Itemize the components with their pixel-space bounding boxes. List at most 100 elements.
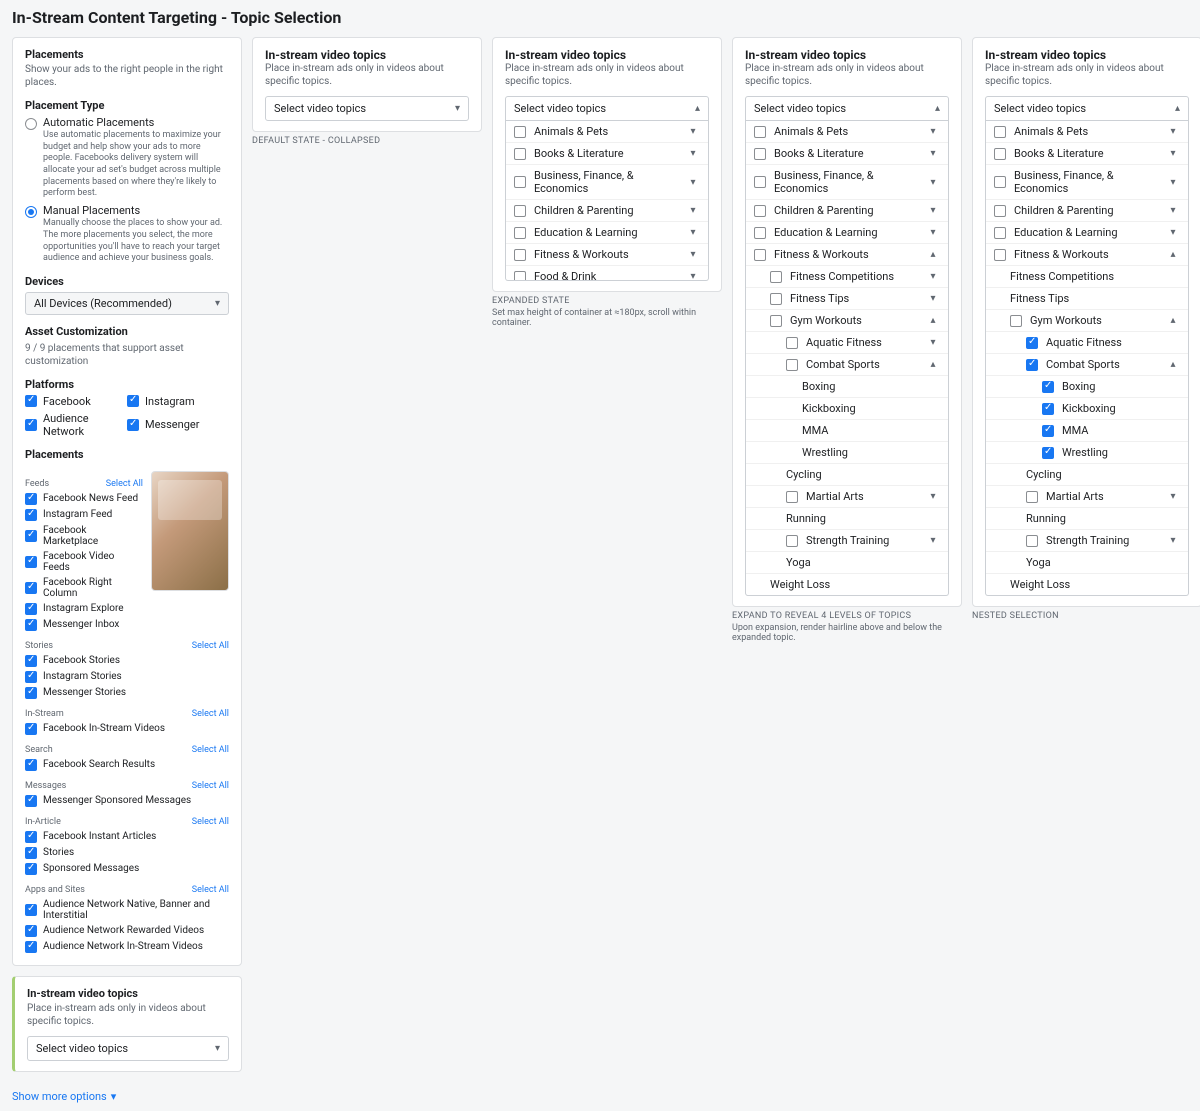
topic-row[interactable]: Education & Learning▾ [746, 221, 948, 243]
topic-row-leaf[interactable]: Wrestling [746, 441, 948, 463]
checkbox[interactable] [754, 249, 766, 261]
checkbox[interactable] [1042, 425, 1054, 437]
checkbox[interactable] [25, 863, 37, 875]
checkbox[interactable] [25, 603, 37, 615]
checkbox[interactable] [994, 126, 1006, 138]
topic-row[interactable]: Animals & Pets▾ [986, 121, 1188, 142]
chevron-up-icon[interactable]: ▴ [926, 315, 940, 326]
topic-row-leaf[interactable]: Aquatic Fitness [986, 331, 1188, 353]
topic-row[interactable]: Education & Learning▾ [506, 221, 708, 243]
checkbox[interactable] [1026, 491, 1038, 503]
topics-panel[interactable]: Animals & Pets▾Books & Literature▾Busine… [505, 121, 709, 281]
checkbox[interactable] [786, 337, 798, 349]
placement-item[interactable]: Audience Network Native, Banner and Inte… [25, 897, 229, 923]
placement-item[interactable]: Facebook In-Stream Videos [25, 721, 229, 737]
radio-auto[interactable]: Automatic Placements Use automatic place… [25, 116, 229, 200]
topic-row[interactable]: Aquatic Fitness▾ [746, 331, 948, 353]
chevron-down-icon[interactable]: ▾ [1166, 535, 1180, 546]
topic-row[interactable]: Fitness Tips▾ [746, 287, 948, 309]
chevron-up-icon[interactable]: ▴ [926, 359, 940, 370]
select-all-link[interactable]: Select All [192, 745, 229, 755]
topic-row[interactable]: Business, Finance, & Economics▾ [506, 164, 708, 199]
checkbox[interactable] [514, 148, 526, 160]
chevron-down-icon[interactable]: ▾ [1166, 126, 1180, 137]
topic-row[interactable]: Combat Sports▴ [986, 353, 1188, 375]
select-all-link[interactable]: Select All [192, 885, 229, 895]
checkbox[interactable] [25, 509, 37, 521]
chevron-down-icon[interactable]: ▾ [926, 177, 940, 188]
checkbox[interactable] [754, 205, 766, 217]
chevron-down-icon[interactable]: ▾ [1166, 177, 1180, 188]
checkbox[interactable] [25, 395, 37, 407]
chevron-down-icon[interactable]: ▾ [926, 126, 940, 137]
topic-row-leaf[interactable]: Running [986, 507, 1188, 529]
placement-item[interactable]: Audience Network Rewarded Videos [25, 923, 229, 939]
topic-row-leaf[interactable]: Weight Loss [986, 573, 1188, 595]
checkbox[interactable] [754, 126, 766, 138]
chevron-down-icon[interactable]: ▾ [926, 491, 940, 502]
topic-row[interactable]: Gym Workouts▴ [986, 309, 1188, 331]
checkbox[interactable] [994, 227, 1006, 239]
chevron-down-icon[interactable]: ▾ [926, 271, 940, 282]
topic-row[interactable]: Children & Parenting▾ [506, 199, 708, 221]
placement-item[interactable]: Facebook Marketplace [25, 523, 143, 549]
placement-item[interactable]: Instagram Explore [25, 601, 143, 617]
radio-auto-dot[interactable] [25, 118, 37, 130]
checkbox[interactable] [25, 925, 37, 937]
checkbox[interactable] [514, 227, 526, 239]
chevron-down-icon[interactable]: ▾ [926, 293, 940, 304]
topic-row[interactable]: Books & Literature▾ [506, 142, 708, 164]
chevron-up-icon[interactable]: ▴ [1166, 315, 1180, 326]
topic-row[interactable]: Animals & Pets▾ [746, 121, 948, 142]
checkbox[interactable] [1026, 337, 1038, 349]
select-all-link[interactable]: Select All [192, 817, 229, 827]
topic-row-leaf[interactable]: Cycling [746, 463, 948, 485]
placement-item[interactable]: Facebook Right Column [25, 575, 143, 601]
topic-row-leaf[interactable]: Fitness Tips [986, 287, 1188, 309]
checkbox[interactable] [1010, 315, 1022, 327]
checkbox[interactable] [25, 831, 37, 843]
topic-row[interactable]: Business, Finance, & Economics▾ [746, 164, 948, 199]
checkbox[interactable] [25, 655, 37, 667]
checkbox[interactable] [25, 795, 37, 807]
checkbox[interactable] [25, 759, 37, 771]
chevron-down-icon[interactable]: ▾ [926, 205, 940, 216]
topic-row-leaf[interactable]: Kickboxing [746, 397, 948, 419]
chevron-down-icon[interactable]: ▾ [686, 205, 700, 216]
chevron-up-icon[interactable]: ▴ [1166, 249, 1180, 260]
checkbox[interactable] [754, 148, 766, 160]
checkbox[interactable] [514, 271, 526, 282]
checkbox[interactable] [514, 126, 526, 138]
topic-select-expanded[interactable]: Select video topics ▴ [505, 96, 709, 121]
checkbox[interactable] [1026, 535, 1038, 547]
chevron-down-icon[interactable]: ▾ [926, 227, 940, 238]
chevron-down-icon[interactable]: ▾ [926, 337, 940, 348]
chevron-up-icon[interactable]: ▴ [926, 249, 940, 260]
platform-facebook[interactable]: Facebook [25, 395, 127, 408]
topic-select-collapsed[interactable]: Select video topics ▾ [265, 96, 469, 121]
checkbox[interactable] [754, 227, 766, 239]
placement-item[interactable]: Facebook Search Results [25, 757, 229, 773]
topic-row[interactable]: Fitness & Workouts▴ [986, 243, 1188, 265]
chevron-down-icon[interactable]: ▾ [686, 177, 700, 188]
checkbox[interactable] [25, 941, 37, 953]
checkbox[interactable] [770, 271, 782, 283]
checkbox[interactable] [1042, 447, 1054, 459]
checkbox[interactable] [1042, 381, 1054, 393]
checkbox[interactable] [25, 419, 37, 431]
placement-item[interactable]: Messenger Sponsored Messages [25, 793, 229, 809]
select-all-link[interactable]: Select All [192, 781, 229, 791]
placement-item[interactable]: Messenger Inbox [25, 617, 143, 633]
topic-row[interactable]: Gym Workouts▴ [746, 309, 948, 331]
topic-row[interactable]: Fitness & Workouts▴ [746, 243, 948, 265]
chevron-down-icon[interactable]: ▾ [686, 249, 700, 260]
topic-row[interactable]: Books & Literature▾ [746, 142, 948, 164]
checkbox[interactable] [786, 359, 798, 371]
checkbox[interactable] [994, 176, 1006, 188]
checkbox[interactable] [25, 904, 37, 916]
checkbox[interactable] [25, 847, 37, 859]
topic-row-leaf[interactable]: Boxing [746, 375, 948, 397]
checkbox[interactable] [25, 619, 37, 631]
platform-audience-network[interactable]: Audience Network [25, 412, 127, 438]
topic-row[interactable]: Martial Arts▾ [746, 485, 948, 507]
